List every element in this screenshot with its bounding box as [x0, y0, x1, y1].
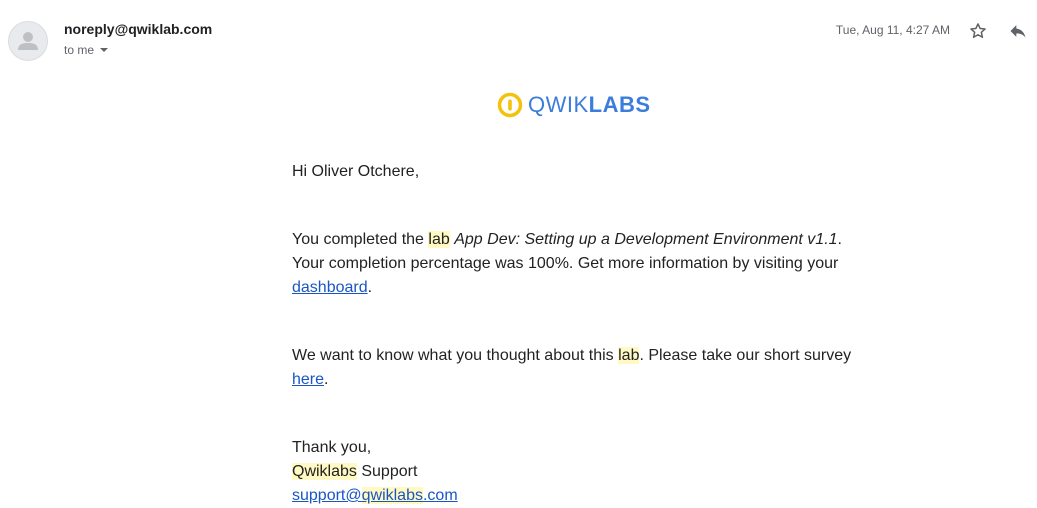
email-date: Tue, Aug 11, 4:27 AM: [835, 23, 950, 37]
logo-text-part2: LABS: [588, 92, 651, 117]
logo-text-part1: QWIK: [528, 92, 589, 117]
signature: Thank you, Qwiklabs Support support@qwik…: [292, 436, 852, 508]
sender-avatar[interactable]: [8, 21, 48, 61]
chevron-down-icon[interactable]: [100, 48, 109, 52]
highlight-lab-survey: lab: [618, 347, 640, 364]
survey-period: .: [324, 371, 329, 388]
support-suffix: Support: [356, 463, 418, 480]
support-brand: Qwiklabs: [292, 463, 357, 480]
qwiklabs-logo-icon: [497, 92, 523, 118]
greeting: Hi Oliver Otchere,: [292, 163, 420, 180]
completion-period: .: [367, 279, 373, 296]
survey-middle: . Please take our short survey: [639, 347, 852, 364]
email-view: noreply@qwiklab.com to me Tue, Aug 11, 4…: [0, 0, 1037, 508]
survey-prefix: We want to know what you thought about t…: [292, 347, 619, 364]
star-button[interactable]: [966, 19, 990, 43]
highlight-lab: lab: [428, 231, 450, 248]
completion-prefix: You completed the: [292, 231, 429, 248]
reply-icon: [1010, 25, 1026, 38]
recipient-line[interactable]: to me: [64, 43, 109, 57]
survey-here-link[interactable]: here: [292, 371, 324, 388]
star-icon: [970, 23, 986, 38]
avatar-icon: [18, 32, 38, 50]
reply-button[interactable]: [1006, 19, 1030, 43]
thanks-line: Thank you,: [292, 439, 372, 456]
email-suffix: .com: [422, 487, 458, 504]
sender-email[interactable]: noreply@qwiklab.com: [64, 21, 212, 37]
dashboard-link[interactable]: dashboard: [292, 279, 368, 296]
survey-paragraph: We want to know what you thought about t…: [292, 344, 852, 392]
email-prefix: support@: [292, 487, 362, 504]
lab-name: App Dev: Setting up a Development Enviro…: [454, 231, 838, 248]
logo-text: QWIKLABS: [528, 92, 651, 118]
qwiklabs-logo: QWIKLABS: [497, 92, 651, 118]
recipient-label: to me: [64, 43, 95, 57]
email-body: Hi Oliver Otchere, You completed the lab…: [292, 160, 852, 508]
completion-paragraph: You completed the lab App Dev: Setting u…: [292, 228, 852, 300]
support-email-link[interactable]: support@qwiklabs.com: [292, 487, 458, 504]
email-brand: qwiklabs: [361, 487, 423, 504]
